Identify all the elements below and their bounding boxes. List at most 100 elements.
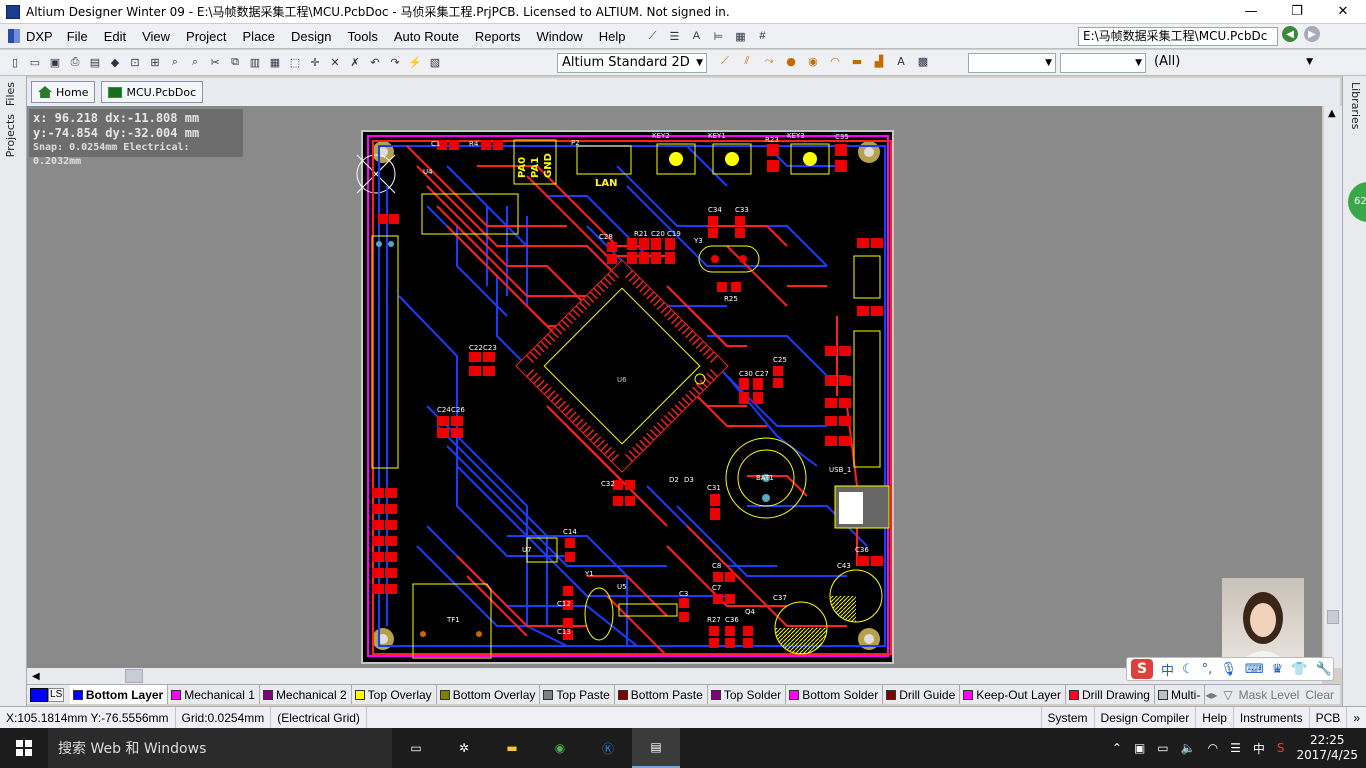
pcb-panel-button[interactable]: PCB	[1308, 707, 1347, 729]
usb-connector[interactable]	[834, 485, 890, 529]
tab-layer-bottom-solder[interactable]: Bottom Solder	[786, 685, 884, 704]
open-folder-icon[interactable]: ▭	[26, 55, 44, 71]
start-button[interactable]	[0, 728, 48, 768]
sogou-tray-icon[interactable]: S	[1277, 741, 1285, 755]
pad-icon[interactable]: ●	[782, 53, 800, 69]
back-arrow-icon[interactable]: ◀	[1282, 26, 1298, 42]
projects-panel-tab[interactable]: Projects	[4, 114, 17, 157]
libraries-panel-tab[interactable]: Libraries	[1349, 82, 1362, 130]
3d-view-icon[interactable]: ◆	[106, 55, 124, 71]
browse-component-icon[interactable]: ▧	[426, 55, 444, 71]
tab-mcu-pcbdoc[interactable]: MCU.PcbDoc	[101, 81, 204, 103]
layer-scroll-arrows-icon[interactable]: ◂▸	[1205, 688, 1217, 702]
redo-icon[interactable]: ↷	[386, 55, 404, 71]
align-icon[interactable]: ☰	[665, 28, 683, 44]
clear-button[interactable]: Clear	[1305, 688, 1334, 702]
text-icon[interactable]: A	[687, 28, 705, 44]
more-panels-icon[interactable]: »	[1346, 707, 1366, 729]
menu-window[interactable]: Window	[528, 24, 590, 49]
menu-design[interactable]: Design	[283, 24, 339, 49]
filter-combo-1[interactable]: ▼	[968, 53, 1056, 73]
help-panel-button[interactable]: Help	[1195, 707, 1233, 729]
rubber-stamp-icon[interactable]: ▦	[266, 55, 284, 71]
menu-place[interactable]: Place	[235, 24, 284, 49]
menu-auto-route[interactable]: Auto Route	[386, 24, 467, 49]
maximize-button[interactable]: ❐	[1274, 0, 1320, 24]
tab-layer-bottom-layer[interactable]: Bottom Layer	[69, 685, 169, 704]
cross-probe-icon[interactable]: ⚡	[406, 55, 424, 71]
keyboard-icon[interactable]: ⌨	[1245, 662, 1264, 677]
tab-home[interactable]: Home	[31, 81, 96, 103]
tab-layer-multi[interactable]: Multi-	[1155, 685, 1206, 704]
cut-icon[interactable]: ✂	[206, 55, 224, 71]
deselect-icon[interactable]: ✕	[326, 55, 344, 71]
paste-icon[interactable]: ▥	[246, 55, 264, 71]
tab-layer-mechanical-1[interactable]: Mechanical 1	[168, 685, 260, 704]
ruler-icon[interactable]: ⊨	[709, 28, 727, 44]
interactive-route-icon[interactable]: ⟋	[716, 53, 734, 69]
tab-layer-drill-drawing[interactable]: Drill Drawing	[1066, 685, 1155, 704]
menu-project[interactable]: Project	[178, 24, 234, 49]
vertical-scroll-thumb[interactable]	[1327, 610, 1339, 624]
taskbar-clock[interactable]: 22:25 2017/4/25	[1296, 733, 1358, 763]
microphone-icon[interactable]: 🎙	[1220, 662, 1237, 677]
tray-app-icon[interactable]: ▣	[1134, 741, 1145, 755]
current-layer-swatch[interactable]	[30, 687, 49, 702]
menu-edit[interactable]: Edit	[96, 24, 134, 49]
pcb-workspace[interactable]: x: 96.218 dx:-11.808 mm y:-74.854 dy:-32…	[27, 106, 1322, 668]
document-path-field[interactable]: E:\马帧数据采集工程\MCU.PcbDc	[1078, 27, 1278, 46]
file-explorer-icon[interactable]: ▬	[488, 728, 536, 768]
pcb-board[interactable]: U6 KEY2 KEY1 KEY3 R23 C35 P2 C34 C33 R21…	[27, 106, 1322, 668]
moon-icon[interactable]: ☾	[1182, 662, 1194, 677]
multi-route-icon[interactable]: ⫽	[738, 53, 756, 69]
files-panel-tab[interactable]: Files	[4, 82, 17, 106]
view-configuration-select[interactable]: Altium Standard 2D ▼	[557, 53, 707, 73]
action-center-icon[interactable]: ☰	[1230, 741, 1241, 755]
battery-icon[interactable]: ▭	[1157, 741, 1168, 755]
zoom-selected-icon[interactable]: ⌕	[166, 55, 184, 71]
wifi-icon[interactable]: ◠	[1208, 741, 1218, 755]
volume-icon[interactable]: 🔈	[1181, 741, 1196, 755]
tray-expand-icon[interactable]: ⌃	[1112, 741, 1122, 755]
horizontal-scroll-thumb[interactable]	[125, 669, 143, 683]
scroll-up-icon[interactable]: ▲	[1328, 108, 1336, 119]
sogou-ime-icon[interactable]: S	[1131, 659, 1153, 679]
skin-icon[interactable]: ♛	[1272, 662, 1284, 677]
filter-combo-2[interactable]: ▼	[1060, 53, 1146, 73]
tab-layer-bottom-overlay[interactable]: Bottom Overlay	[437, 685, 541, 704]
polygon-icon[interactable]: ▟	[870, 53, 888, 69]
string-icon[interactable]: A	[892, 53, 910, 69]
tab-layer-top-solder[interactable]: Top Solder	[708, 685, 787, 704]
punctuation-icon[interactable]: °,	[1202, 662, 1213, 677]
tab-layer-bottom-paste[interactable]: Bottom Paste	[615, 685, 708, 704]
diff-pair-icon[interactable]: ⤳	[760, 53, 778, 69]
grid-icon[interactable]: #	[753, 28, 771, 44]
forward-arrow-icon[interactable]: ▶	[1304, 26, 1320, 42]
user-avatar-widget[interactable]	[1222, 578, 1304, 666]
tab-layer-keep-out[interactable]: Keep-Out Layer	[960, 685, 1066, 704]
k-app-icon[interactable]: Ⓚ	[584, 728, 632, 768]
tab-layer-mechanical-2[interactable]: Mechanical 2	[260, 685, 352, 704]
select-area-icon[interactable]: ⬚	[286, 55, 304, 71]
instruments-panel-button[interactable]: Instruments	[1232, 707, 1309, 729]
mask-level-button[interactable]: Mask Level	[1239, 688, 1300, 702]
task-view-icon[interactable]: ▭	[392, 728, 440, 768]
scroll-left-icon[interactable]: ◀	[32, 671, 40, 682]
shirt-icon[interactable]: 👕	[1291, 662, 1307, 677]
zoom-fit-icon[interactable]: ⊡	[126, 55, 144, 71]
via-icon[interactable]: ◉	[804, 53, 822, 69]
print-icon[interactable]: ⎙	[66, 55, 84, 71]
design-compiler-panel-button[interactable]: Design Compiler	[1093, 707, 1196, 729]
print-preview-icon[interactable]: ▤	[86, 55, 104, 71]
save-icon[interactable]: ▣	[46, 55, 64, 71]
arc-icon[interactable]: ◠	[826, 53, 844, 69]
new-document-icon[interactable]: ▯	[6, 55, 24, 71]
wrench-icon[interactable]: 🔧	[1315, 662, 1331, 677]
taskbar-search-box[interactable]: 搜索 Web 和 Windows	[48, 728, 392, 768]
arrange-icon[interactable]: ▦	[731, 28, 749, 44]
zoom-filter-icon[interactable]: ⌕	[186, 55, 204, 71]
move-icon[interactable]: ✛	[306, 55, 324, 71]
menu-dxp[interactable]: DXP	[0, 24, 59, 49]
system-panel-button[interactable]: System	[1040, 707, 1094, 729]
zoom-area-icon[interactable]: ⊞	[146, 55, 164, 71]
